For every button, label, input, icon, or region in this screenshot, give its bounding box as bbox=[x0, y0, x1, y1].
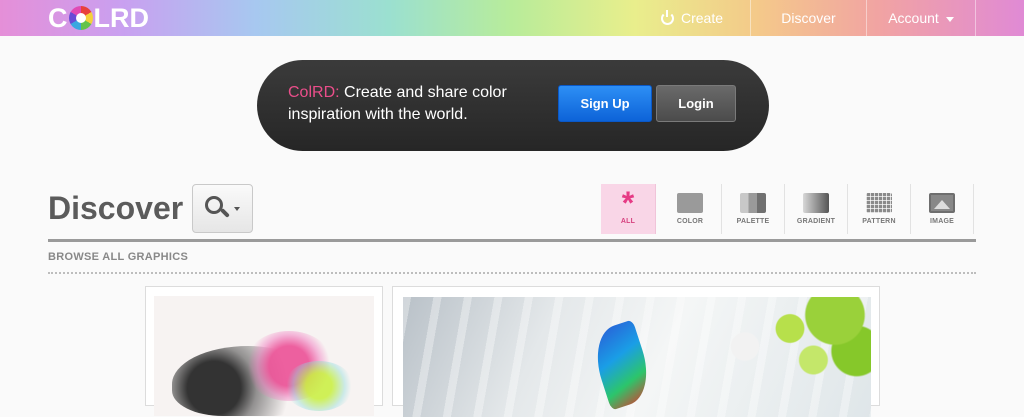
browse-heading: BROWSE ALL GRAPHICS bbox=[48, 251, 189, 263]
colrd-logo[interactable]: C LRD bbox=[48, 3, 150, 33]
graphic-card[interactable] bbox=[392, 286, 880, 417]
pattern-icon bbox=[866, 193, 892, 213]
filter-label: ALL bbox=[620, 218, 636, 225]
signup-button[interactable]: Sign Up bbox=[558, 85, 652, 122]
nav-discover[interactable]: Discover bbox=[750, 0, 866, 36]
nav-account-label: Account bbox=[888, 10, 939, 26]
filter-label: IMAGE bbox=[930, 218, 954, 225]
nav-discover-label: Discover bbox=[781, 10, 836, 26]
graphic-type-filters: * ALL COLOR PALETTE GRADIENT PATTERN IMA… bbox=[601, 184, 974, 234]
main-nav: Create Discover Account bbox=[634, 0, 976, 36]
filter-pattern[interactable]: PATTERN bbox=[848, 184, 911, 234]
nav-account[interactable]: Account bbox=[866, 0, 976, 36]
banner-message: ColRD: Create and share color inspiratio… bbox=[288, 82, 548, 126]
asterisk-icon: * bbox=[621, 185, 635, 221]
search-icon-handle bbox=[220, 208, 230, 218]
filter-image[interactable]: IMAGE bbox=[911, 184, 974, 234]
section-divider bbox=[48, 239, 976, 242]
filter-gradient[interactable]: GRADIENT bbox=[785, 184, 848, 234]
filter-label: PALETTE bbox=[736, 218, 770, 225]
ink-blob-green bbox=[284, 361, 354, 411]
chevron-down-icon bbox=[945, 17, 954, 22]
dotted-divider bbox=[48, 272, 976, 274]
filter-label: GRADIENT bbox=[796, 218, 836, 225]
blossom-branch-illustration bbox=[691, 297, 871, 387]
nav-create[interactable]: Create bbox=[634, 0, 750, 36]
search-button[interactable] bbox=[192, 184, 253, 233]
chevron-down-icon bbox=[234, 207, 240, 211]
graphic-thumbnail[interactable] bbox=[154, 296, 374, 416]
graphic-card[interactable] bbox=[145, 286, 383, 416]
filter-color[interactable]: COLOR bbox=[659, 184, 722, 234]
logo-text-end: LRD bbox=[93, 3, 150, 33]
color-swatch-icon bbox=[677, 193, 703, 213]
gradient-icon bbox=[803, 193, 829, 213]
login-button[interactable]: Login bbox=[656, 85, 736, 122]
graphic-thumbnail[interactable] bbox=[403, 297, 871, 417]
filter-label: COLOR bbox=[676, 218, 704, 225]
top-navigation-bar: C LRD Create Discover Account bbox=[0, 0, 1024, 36]
logo-text-start: C bbox=[48, 3, 68, 33]
filter-label: PATTERN bbox=[862, 218, 896, 225]
image-icon bbox=[929, 193, 955, 213]
color-wheel-icon bbox=[68, 6, 93, 30]
filter-all[interactable]: * ALL bbox=[601, 184, 656, 234]
power-icon bbox=[660, 9, 674, 25]
nav-create-label: Create bbox=[680, 10, 724, 26]
filter-palette[interactable]: PALETTE bbox=[722, 184, 785, 234]
palette-icon bbox=[740, 193, 766, 213]
signup-banner: ColRD: Create and share color inspiratio… bbox=[257, 60, 769, 151]
banner-brand: ColRD: bbox=[288, 84, 340, 101]
page-title: Discover bbox=[48, 190, 184, 226]
